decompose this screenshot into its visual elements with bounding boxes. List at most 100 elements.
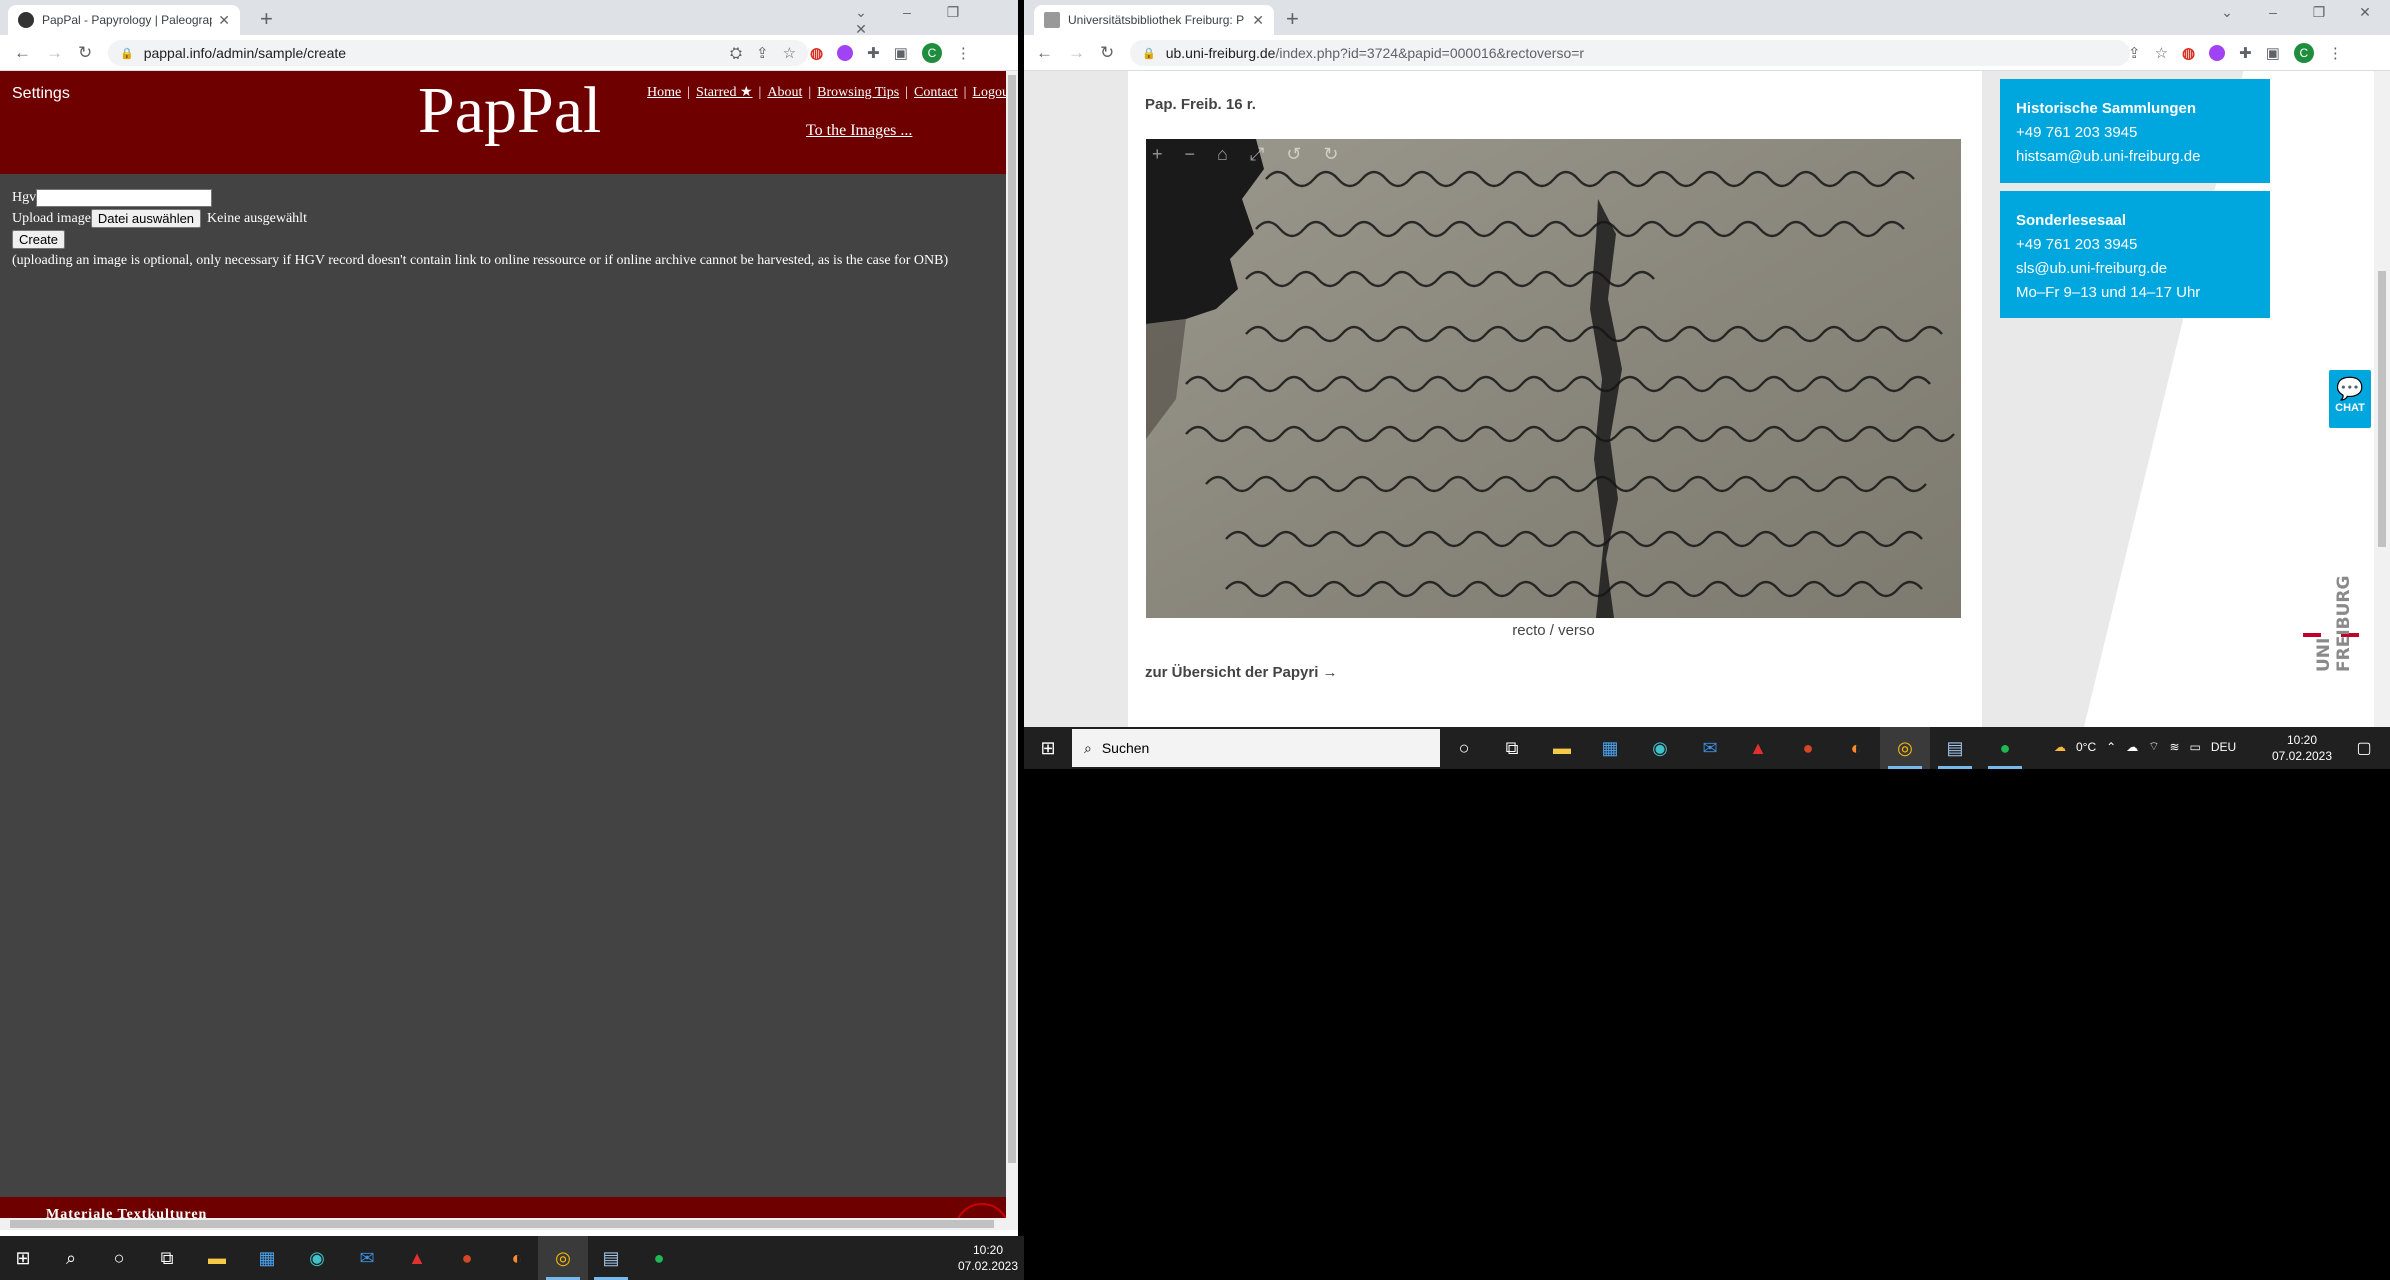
spotify-icon[interactable]: ● xyxy=(636,1236,682,1280)
recto-verso-caption[interactable]: recto / verso xyxy=(1146,622,1961,639)
forward-icon[interactable]: → xyxy=(1068,43,1085,63)
scroll-thumb[interactable] xyxy=(1008,75,1016,1163)
chevron-down-icon[interactable]: ⌄ xyxy=(2204,4,2250,21)
acrobat-icon[interactable]: ▲ xyxy=(394,1236,440,1280)
infobox-phone[interactable]: +49 761 203 3945 xyxy=(2016,233,2254,257)
zoom-in-icon[interactable]: + xyxy=(1152,144,1163,165)
network-icon[interactable]: ⌔ xyxy=(2148,739,2159,754)
mail-icon[interactable]: ✉ xyxy=(344,1236,390,1280)
fullscreen-icon[interactable]: ⤢ xyxy=(1250,144,1264,165)
file-explorer-icon[interactable]: ▬ xyxy=(1538,727,1586,769)
nav-home[interactable]: Home xyxy=(647,85,681,100)
cortana-icon[interactable]: ○ xyxy=(1440,727,1488,769)
notification-icon[interactable]: ▢ xyxy=(2344,727,2384,769)
windows-start-icon[interactable]: ⊞ xyxy=(0,1236,46,1280)
menu-kebab-icon[interactable]: ⋮ xyxy=(956,44,971,62)
h-scroll-thumb[interactable] xyxy=(10,1220,994,1228)
sidepanel-icon[interactable]: ▣ xyxy=(894,44,908,62)
extension-purple-icon[interactable] xyxy=(837,45,854,61)
mail-icon[interactable]: ✉ xyxy=(1686,727,1734,769)
nav-about[interactable]: About xyxy=(767,85,802,100)
address-bar[interactable]: 🔒 ub.uni-freiburg.de/index.php?id=3724&p… xyxy=(1130,40,2130,66)
store-icon[interactable]: ▦ xyxy=(244,1236,290,1280)
sidepanel-icon[interactable]: ▣ xyxy=(2266,44,2280,62)
search-icon[interactable]: ⌕ xyxy=(48,1236,94,1280)
papyrus-image[interactable] xyxy=(1146,139,1961,618)
chrome-icon[interactable]: ◎ xyxy=(1880,727,1930,769)
reload-icon[interactable]: ↻ xyxy=(78,43,92,63)
menu-kebab-icon[interactable]: ⋮ xyxy=(2328,44,2343,62)
restore-icon[interactable]: ❐ xyxy=(930,4,976,21)
infobox-phone[interactable]: +49 761 203 3945 xyxy=(2016,121,2254,145)
translate-icon[interactable]: ⛭ xyxy=(730,45,742,62)
settings-link[interactable]: Settings xyxy=(12,85,70,103)
chevron-up-icon[interactable]: ⌃ xyxy=(2106,740,2116,754)
horizontal-scrollbar[interactable] xyxy=(0,1218,1006,1230)
tab-ub-freiburg[interactable]: Universitätsbibliothek Freiburg: P ✕ xyxy=(1034,5,1274,35)
vertical-scrollbar[interactable] xyxy=(2374,71,2390,727)
close-tab-icon[interactable]: ✕ xyxy=(1252,12,1264,29)
infobox-email[interactable]: histsam@ub.uni-freiburg.de xyxy=(2016,145,2254,169)
zoom-out-icon[interactable]: − xyxy=(1185,144,1196,165)
taskbar-search-box[interactable]: ⌕ Suchen xyxy=(1072,729,1440,767)
tab-pappal[interactable]: PapPal - Papyrology | Paleograph ✕ xyxy=(8,5,240,35)
nav-contact[interactable]: Contact xyxy=(914,85,958,100)
vertical-scrollbar[interactable] xyxy=(1006,71,1018,1230)
firefox-icon[interactable]: ◐ xyxy=(1832,727,1880,769)
spotify-icon[interactable]: ● xyxy=(1980,727,2030,769)
powerpoint-icon[interactable]: ● xyxy=(444,1236,490,1280)
share-icon[interactable]: ⇪ xyxy=(756,44,769,62)
onedrive-icon[interactable]: ☁ xyxy=(2126,740,2138,754)
nav-browsing-tips[interactable]: Browsing Tips xyxy=(817,85,899,100)
weather-icon[interactable]: ☁ xyxy=(2054,740,2066,754)
extensions-puzzle-icon[interactable]: ✚ xyxy=(867,44,880,62)
cortana-icon[interactable]: ○ xyxy=(96,1236,142,1280)
clock-left[interactable]: 10:20 07.02.2023 xyxy=(956,1242,1020,1274)
choose-file-button[interactable]: Datei auswählen xyxy=(90,209,202,228)
forward-icon[interactable]: → xyxy=(46,43,63,63)
battery-icon[interactable]: ▭ xyxy=(2190,740,2201,754)
back-icon[interactable]: ← xyxy=(1036,43,1053,63)
share-icon[interactable]: ⇪ xyxy=(2128,44,2141,62)
task-view-icon[interactable]: ⧉ xyxy=(1488,727,1536,769)
profile-avatar[interactable]: C xyxy=(2293,43,2314,63)
new-tab-button[interactable]: + xyxy=(1286,6,1299,32)
close-window-icon[interactable]: ✕ xyxy=(2342,4,2388,21)
wifi-icon[interactable]: ≋ xyxy=(2169,740,2179,754)
star-icon[interactable]: ☆ xyxy=(783,44,796,62)
minimize-icon[interactable]: – xyxy=(884,4,930,20)
extensions-puzzle-icon[interactable]: ✚ xyxy=(2239,44,2252,62)
back-icon[interactable]: ← xyxy=(14,43,31,63)
home-icon[interactable]: ⌂ xyxy=(1217,144,1228,165)
profile-avatar[interactable]: C xyxy=(921,43,942,63)
pappal-logo[interactable]: PapPal xyxy=(418,73,601,149)
chat-button[interactable]: 💬 CHAT xyxy=(2329,370,2371,428)
chrome-icon[interactable]: ◎ xyxy=(538,1236,588,1280)
uni-freiburg-logo[interactable]: UNI FREIBURG xyxy=(2301,575,2361,675)
notepad-app-icon[interactable]: ▤ xyxy=(586,1236,636,1280)
chevron-down-icon[interactable]: ⌄ xyxy=(838,4,884,21)
rotate-left-icon[interactable]: ↺ xyxy=(1286,144,1301,165)
new-tab-button[interactable]: + xyxy=(260,6,273,32)
acrobat-icon[interactable]: ▲ xyxy=(1734,727,1782,769)
task-view-icon[interactable]: ⧉ xyxy=(144,1236,190,1280)
file-explorer-icon[interactable]: ▬ xyxy=(194,1236,240,1280)
infobox-email[interactable]: sls@ub.uni-freiburg.de xyxy=(2016,257,2254,281)
to-the-images-link[interactable]: To the Images ... xyxy=(806,122,912,140)
rotate-right-icon[interactable]: ↻ xyxy=(1323,144,1338,165)
minimize-icon[interactable]: – xyxy=(2250,4,2296,20)
reload-icon[interactable]: ↻ xyxy=(1100,43,1114,63)
firefox-icon[interactable]: ◐ xyxy=(494,1236,540,1280)
store-icon[interactable]: ▦ xyxy=(1586,727,1634,769)
nav-starred[interactable]: Starred ★ xyxy=(696,85,752,100)
edge-icon[interactable]: ◉ xyxy=(294,1236,340,1280)
nav-logout[interactable]: Logout xyxy=(972,85,1006,100)
close-tab-icon[interactable]: ✕ xyxy=(218,12,230,29)
create-button[interactable]: Create xyxy=(12,230,66,249)
hgv-input[interactable] xyxy=(36,188,213,207)
extension-red-icon[interactable]: ◍ xyxy=(810,44,823,62)
powerpoint-icon[interactable]: ● xyxy=(1784,727,1832,769)
language-indicator[interactable]: DEU xyxy=(2211,740,2236,754)
scroll-thumb[interactable] xyxy=(2378,271,2386,547)
clock-right[interactable]: 10:20 07.02.2023 xyxy=(2270,732,2334,764)
